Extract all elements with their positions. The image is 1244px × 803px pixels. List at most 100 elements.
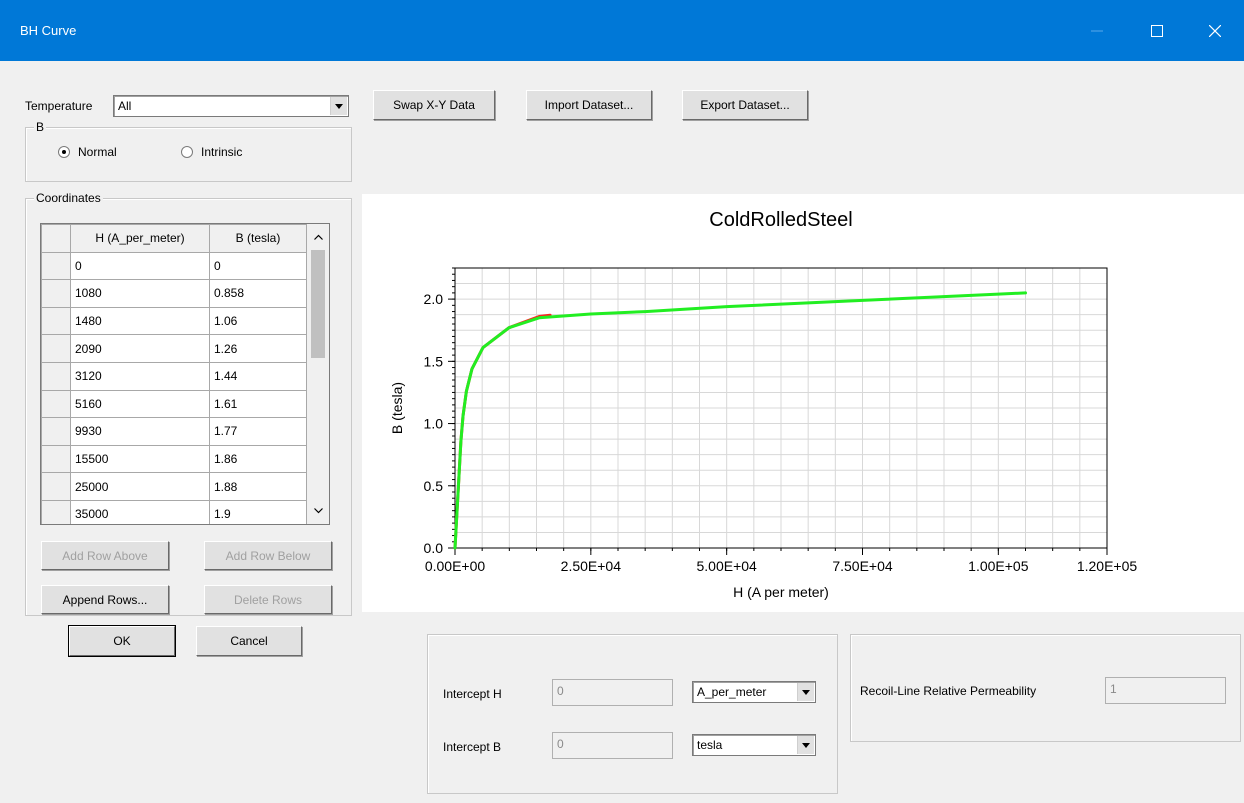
delete-rows-button[interactable]: Delete Rows xyxy=(204,585,332,614)
row-selector[interactable] xyxy=(41,472,71,501)
table-cell-b[interactable]: 1.88 xyxy=(209,472,307,501)
table-cell-h[interactable]: 35000 xyxy=(70,499,210,524)
import-dataset-button[interactable]: Import Dataset... xyxy=(526,90,652,120)
table-row[interactable]: 35000 1.9 xyxy=(41,499,307,524)
recoil-permeability-field[interactable]: 1 xyxy=(1105,677,1226,704)
table-cell-h[interactable]: 1080 xyxy=(70,279,210,308)
scrollbar-thumb[interactable] xyxy=(311,250,325,358)
table-cell-b[interactable]: 1.77 xyxy=(209,417,307,446)
table-row[interactable]: 5160 1.61 xyxy=(41,389,307,419)
minimize-icon xyxy=(1091,30,1103,31)
series-line-0 xyxy=(453,313,552,550)
radio-normal[interactable]: Normal xyxy=(58,145,117,159)
ok-button[interactable]: OK xyxy=(68,625,176,657)
add-row-above-button[interactable]: Add Row Above xyxy=(41,541,169,570)
recoil-permeability-value: 1 xyxy=(1110,682,1117,696)
y-tick-label: 2.0 xyxy=(424,291,444,307)
radio-intrinsic-label: Intrinsic xyxy=(201,145,243,159)
chart-title: ColdRolledSteel xyxy=(709,209,852,231)
recoil-permeability-label: Recoil-Line Relative Permeability xyxy=(860,684,1037,698)
coordinates-legend: Coordinates xyxy=(34,191,103,205)
table-row[interactable]: 2090 1.26 xyxy=(41,334,307,363)
table-row[interactable]: 25000 1.88 xyxy=(41,472,307,501)
intercept-b-unit-select[interactable]: tesla xyxy=(692,734,816,756)
table-cell-h[interactable]: 25000 xyxy=(70,472,210,501)
append-rows-button[interactable]: Append Rows... xyxy=(41,585,169,614)
maximize-button[interactable] xyxy=(1128,0,1186,61)
minimize-button[interactable] xyxy=(1068,0,1126,61)
radio-selected-icon xyxy=(58,146,70,158)
intercept-b-value: 0 xyxy=(557,737,564,751)
table-cell-h[interactable]: 15500 xyxy=(70,444,210,474)
table-cell-h[interactable]: 2090 xyxy=(70,334,210,363)
table-cell-b[interactable]: 0 xyxy=(209,251,307,281)
row-selector[interactable] xyxy=(41,444,71,474)
bh-chart-panel: 0.0 0.5 1.0 1.5 2.0 0.00E+00 2.50E+04 5.00E+04 7… xyxy=(362,194,1244,612)
table-cell-b[interactable]: 0.858 xyxy=(209,279,307,308)
intercept-b-field[interactable]: 0 xyxy=(552,732,673,759)
table-cell-b[interactable]: 1.26 xyxy=(209,334,307,363)
y-tick-label: 1.5 xyxy=(424,353,444,369)
dropdown-arrow-icon xyxy=(797,683,814,701)
row-selector-header xyxy=(41,224,71,253)
table-cell-h[interactable]: 1480 xyxy=(70,306,210,336)
table-cell-b[interactable]: 1.86 xyxy=(209,444,307,474)
table-cell-b[interactable]: 1.9 xyxy=(209,499,307,524)
row-selector[interactable] xyxy=(41,251,71,281)
title-bar: BH Curve xyxy=(0,0,1244,61)
scroll-down-icon[interactable] xyxy=(307,500,329,522)
temperature-select[interactable]: All xyxy=(113,95,349,117)
intercept-b-unit-value: tesla xyxy=(697,738,723,752)
row-selector[interactable] xyxy=(41,499,71,524)
x-tick-label: 1.20E+05 xyxy=(1077,558,1138,574)
y-tick-label: 0.5 xyxy=(424,478,444,494)
table-row[interactable]: 1080 0.858 xyxy=(41,279,307,308)
table-row[interactable]: 9930 1.77 xyxy=(41,417,307,446)
swap-xy-button[interactable]: Swap X-Y Data xyxy=(373,90,495,120)
row-selector[interactable] xyxy=(41,389,71,419)
intercept-h-field[interactable]: 0 xyxy=(552,679,673,706)
table-cell-b[interactable]: 1.06 xyxy=(209,306,307,336)
intercept-b-label: Intercept B xyxy=(443,740,502,754)
table-cell-b[interactable]: 1.61 xyxy=(209,389,307,419)
intercept-h-label: Intercept H xyxy=(443,687,502,701)
coordinates-table[interactable]: H (A_per_meter) B (tesla) 00 1080 0.858 1… xyxy=(40,223,330,525)
row-selector[interactable] xyxy=(41,306,71,336)
table-scrollbar[interactable] xyxy=(307,224,329,524)
export-dataset-button[interactable]: Export Dataset... xyxy=(682,90,808,120)
table-cell-b[interactable]: 1.44 xyxy=(209,361,307,391)
y-tick-label: 0.0 xyxy=(424,540,444,556)
radio-intrinsic[interactable]: Intrinsic xyxy=(181,145,242,159)
row-selector[interactable] xyxy=(41,334,71,363)
dropdown-arrow-icon xyxy=(797,736,814,754)
x-tick-label: 1.00E+05 xyxy=(968,558,1029,574)
row-selector[interactable] xyxy=(41,417,71,446)
window-title: BH Curve xyxy=(20,23,77,38)
maximize-icon xyxy=(1151,24,1163,37)
row-selector[interactable] xyxy=(41,279,71,308)
close-button[interactable] xyxy=(1186,0,1244,61)
x-tick-label: 7.50E+04 xyxy=(832,558,893,574)
table-cell-h[interactable]: 3120 xyxy=(70,361,210,391)
table-cell-h[interactable]: 9930 xyxy=(70,417,210,446)
y-tick-label: 1.0 xyxy=(424,416,444,432)
table-cell-h[interactable]: 0 xyxy=(70,251,210,281)
cancel-button[interactable]: Cancel xyxy=(196,626,302,656)
add-row-below-button[interactable]: Add Row Below xyxy=(204,541,332,570)
dropdown-arrow-icon xyxy=(330,97,347,115)
x-tick-label: 2.50E+04 xyxy=(561,558,622,574)
table-row[interactable]: 3120 1.44 xyxy=(41,361,307,391)
table-cell-h[interactable]: 5160 xyxy=(70,389,210,419)
b-group-legend: B xyxy=(34,120,47,134)
column-header-b[interactable]: B (tesla) xyxy=(209,224,307,253)
table-header-row: H (A_per_meter) B (tesla) xyxy=(41,224,307,253)
x-tick-label: 0.00E+00 xyxy=(425,558,486,574)
scroll-up-icon[interactable] xyxy=(307,226,329,248)
table-row[interactable]: 15500 1.86 xyxy=(41,444,307,474)
row-selector[interactable] xyxy=(41,361,71,391)
intercept-h-unit-select[interactable]: A_per_meter xyxy=(692,681,816,703)
column-header-h[interactable]: H (A_per_meter) xyxy=(70,224,210,253)
table-row[interactable]: 00 xyxy=(41,251,307,281)
table-row[interactable]: 1480 1.06 xyxy=(41,306,307,336)
intercept-h-value: 0 xyxy=(557,684,564,698)
